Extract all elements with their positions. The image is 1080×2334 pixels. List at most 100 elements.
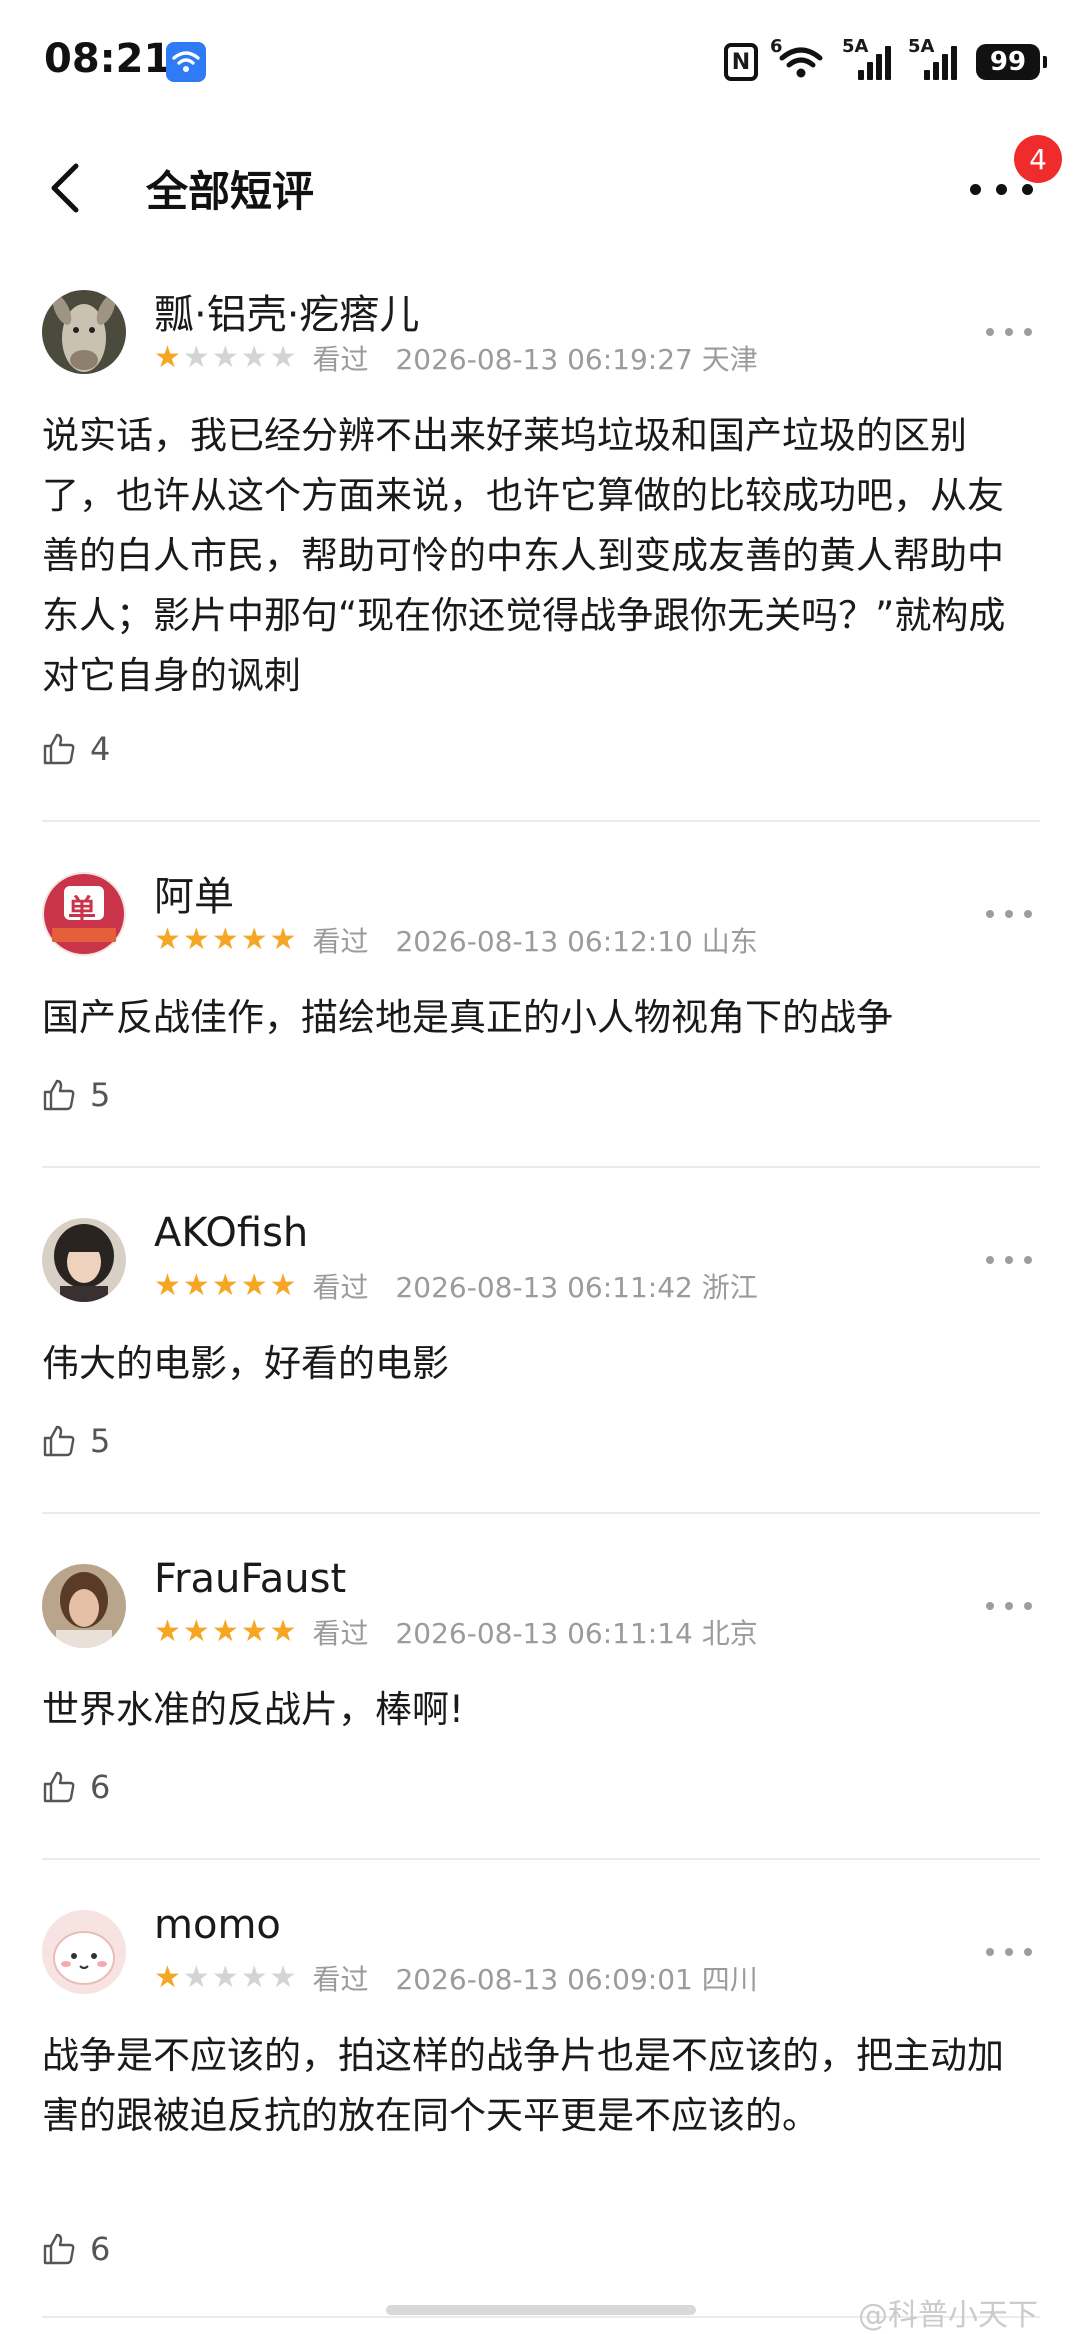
- star-filled-icon: ★: [182, 1614, 210, 1649]
- divider: [42, 1166, 1040, 1168]
- review-location: 四川: [701, 1963, 758, 1996]
- review-username[interactable]: 瓢·铝壳·疙瘩儿: [154, 282, 419, 340]
- signal-2-label: 5A: [908, 36, 935, 57]
- review-more-button[interactable]: [986, 1250, 1032, 1270]
- review-datetime: 2026-08-13 06:09:01: [395, 1963, 693, 1996]
- avatar[interactable]: [42, 1910, 126, 1994]
- star-filled-icon: ★: [269, 922, 297, 957]
- signal-1-label: 5A: [842, 36, 869, 57]
- avatar[interactable]: [42, 1218, 126, 1302]
- review-meta: ★ ★ ★ ★ ★ 看过 2026-08-13 06:19:27 天津: [154, 338, 758, 378]
- cellular-signal-2-icon: 5A: [908, 36, 958, 80]
- watermark-text: @科普小天下: [858, 2298, 1038, 2333]
- status-time: 08:21: [44, 36, 172, 82]
- rating-stars: ★ ★ ★ ★ ★: [154, 343, 297, 373]
- like-button[interactable]: 5: [42, 1422, 110, 1460]
- page-title: 全部短评: [146, 167, 315, 216]
- like-button[interactable]: 6: [42, 2230, 110, 2268]
- like-count: 6: [90, 2230, 111, 2268]
- star-filled-icon: ★: [240, 1614, 268, 1649]
- star-empty-icon: ★: [240, 1960, 268, 1995]
- watched-status: 看过: [312, 1617, 369, 1650]
- star-empty-icon: ★: [269, 340, 297, 375]
- thumbs-up-icon: [43, 2233, 75, 2265]
- like-count: 6: [90, 1768, 111, 1806]
- rating-stars: ★ ★ ★ ★ ★: [154, 1271, 297, 1301]
- avatar[interactable]: [42, 290, 126, 374]
- battery-icon: 99: [976, 44, 1047, 80]
- like-count: 5: [90, 1422, 111, 1460]
- review-datetime: 2026-08-13 06:19:27: [395, 343, 693, 376]
- review-meta: ★ ★ ★ ★ ★ 看过 2026-08-13 06:09:01 四川: [154, 1958, 758, 1998]
- review-datetime: 2026-08-13 06:11:14: [395, 1617, 693, 1650]
- review-location: 北京: [701, 1617, 758, 1650]
- review-location: 天津: [701, 343, 758, 376]
- watermark: @科普小天下: [858, 2290, 1038, 2334]
- review-meta: ★ ★ ★ ★ ★ 看过 2026-08-13 06:12:10 山东: [154, 920, 758, 960]
- review-more-button[interactable]: [986, 904, 1032, 924]
- review-more-button[interactable]: [986, 1596, 1032, 1616]
- star-filled-icon: ★: [182, 922, 210, 957]
- review-content: 伟大的电影，好看的电影: [42, 1342, 449, 1385]
- thumbs-up-icon: [43, 733, 75, 765]
- divider: [42, 1512, 1040, 1514]
- star-filled-icon: ★: [240, 1268, 268, 1303]
- wifi-status-icon: [166, 42, 206, 82]
- back-button[interactable]: [40, 156, 96, 220]
- star-filled-icon: ★: [154, 1614, 181, 1649]
- review-username[interactable]: AKOfish: [154, 1210, 308, 1256]
- rating-stars: ★ ★ ★ ★ ★: [154, 1617, 297, 1647]
- like-button[interactable]: 4: [42, 730, 110, 768]
- thumbs-up-icon: [43, 1425, 75, 1457]
- star-filled-icon: ★: [211, 1614, 239, 1649]
- review-location: 山东: [701, 925, 758, 958]
- like-count: 5: [90, 1076, 111, 1114]
- avatar[interactable]: [42, 1564, 126, 1648]
- watched-status: 看过: [312, 343, 369, 376]
- review-meta: ★ ★ ★ ★ ★ 看过 2026-08-13 06:11:14 北京: [154, 1612, 758, 1652]
- review-more-button[interactable]: [986, 1942, 1032, 1962]
- review-username[interactable]: momo: [154, 1902, 281, 1948]
- star-filled-icon: ★: [182, 1268, 210, 1303]
- home-indicator[interactable]: [386, 2305, 696, 2315]
- avatar[interactable]: 单: [42, 872, 126, 956]
- star-empty-icon: ★: [269, 1960, 297, 1995]
- thumbs-up-icon: [43, 1079, 75, 1111]
- star-filled-icon: ★: [269, 1614, 297, 1649]
- star-empty-icon: ★: [240, 340, 268, 375]
- review-content: 说实话，我已经分辨不出来好莱坞垃圾和国产垃圾的区别了，也许从这个方面来说，也许它…: [42, 414, 1006, 697]
- rating-stars: ★ ★ ★ ★ ★: [154, 925, 297, 955]
- star-filled-icon: ★: [211, 1268, 239, 1303]
- status-icons: N 6 5A 5A 99: [724, 36, 1047, 84]
- star-empty-icon: ★: [211, 340, 239, 375]
- like-count: 4: [90, 730, 111, 768]
- star-filled-icon: ★: [240, 922, 268, 957]
- review-content: 世界水准的反战片，棒啊!: [42, 1688, 464, 1731]
- star-empty-icon: ★: [182, 1960, 210, 1995]
- review-content: 战争是不应该的，拍这样的战争片也是不应该的，把主动加害的跟被迫反抗的放在同个天平…: [42, 2034, 1004, 2137]
- avatar-text: 单: [68, 893, 97, 926]
- thumbs-up-icon: [43, 1771, 75, 1803]
- wifi-icon: 6: [770, 36, 826, 80]
- watched-status: 看过: [312, 1963, 369, 1996]
- divider: [42, 820, 1040, 822]
- review-username[interactable]: FrauFaust: [154, 1556, 346, 1602]
- watched-status: 看过: [312, 925, 369, 958]
- like-button[interactable]: 6: [42, 1768, 110, 1806]
- review-datetime: 2026-08-13 06:12:10: [395, 925, 693, 958]
- review-datetime: 2026-08-13 06:11:42: [395, 1271, 693, 1304]
- star-filled-icon: ★: [154, 922, 181, 957]
- star-empty-icon: ★: [211, 1960, 239, 1995]
- star-filled-icon: ★: [211, 922, 239, 957]
- review-more-button[interactable]: [986, 322, 1032, 342]
- star-filled-icon: ★: [154, 1268, 181, 1303]
- notification-badge: 4: [1014, 135, 1062, 183]
- review-username[interactable]: 阿单: [154, 864, 234, 922]
- like-button[interactable]: 5: [42, 1076, 110, 1114]
- divider: [42, 1858, 1040, 1860]
- review-meta: ★ ★ ★ ★ ★ 看过 2026-08-13 06:11:42 浙江: [154, 1266, 758, 1306]
- watched-status: 看过: [312, 1271, 369, 1304]
- status-bar: 08:21 N 6 5A 5A 99: [0, 0, 1080, 120]
- rating-stars: ★ ★ ★ ★ ★: [154, 1963, 297, 1993]
- review-content: 国产反战佳作，描绘地是真正的小人物视角下的战争: [42, 996, 893, 1039]
